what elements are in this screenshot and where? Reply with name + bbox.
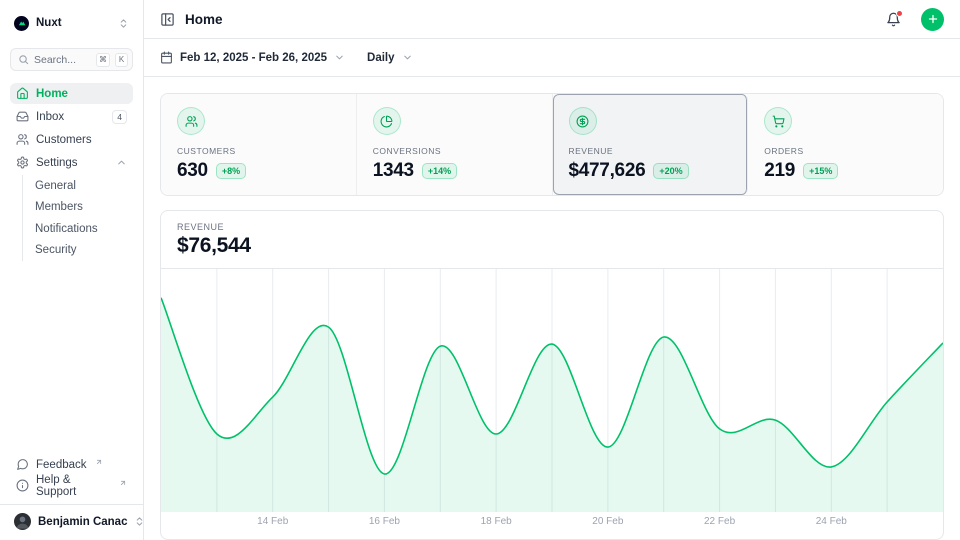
pie-chart-icon: [373, 107, 401, 135]
chevron-down-icon: [334, 52, 345, 63]
users-icon: [16, 133, 29, 146]
avatar: [14, 513, 31, 530]
chart-header: REVENUE $76,544: [161, 211, 943, 268]
notifications-bell-icon[interactable]: [886, 12, 901, 27]
kbd-k: K: [115, 53, 128, 67]
x-axis-tick: 18 Feb: [481, 516, 512, 527]
sidebar-item-inbox[interactable]: Inbox 4: [10, 106, 133, 127]
calendar-icon: [160, 51, 173, 64]
home-icon: [16, 87, 29, 100]
sidebar-item-notifications[interactable]: Notifications: [23, 218, 133, 240]
stat-value: 219: [764, 160, 795, 182]
chevron-down-icon: [402, 52, 413, 63]
delta-badge: +20%: [653, 163, 688, 179]
x-axis-tick: 14 Feb: [257, 516, 288, 527]
stat-card-conversions[interactable]: CONVERSIONS 1343 +14%: [357, 94, 553, 195]
sidebar-item-customers[interactable]: Customers: [10, 129, 133, 150]
period-value: Daily: [367, 52, 395, 64]
stats-row: CUSTOMERS 630 +8% CONVERSIONS 1343 +14%: [160, 93, 944, 196]
period-select[interactable]: Daily: [367, 52, 413, 64]
delta-badge: +15%: [803, 163, 838, 179]
inbox-count-badge: 4: [112, 110, 127, 124]
users-icon: [177, 107, 205, 135]
stat-value: 630: [177, 160, 208, 182]
sidebar-nav: Home Inbox 4 Customers Settings: [10, 83, 133, 261]
sidebar-item-help-support[interactable]: Help & Support: [10, 475, 133, 496]
x-axis-tick: 16 Feb: [369, 516, 400, 527]
info-circle-icon: [16, 479, 29, 492]
content-area: CUSTOMERS 630 +8% CONVERSIONS 1343 +14%: [144, 77, 960, 540]
stat-value: 1343: [373, 160, 414, 182]
search-icon: [18, 54, 29, 65]
page-title: Home: [185, 12, 876, 27]
chart-label: REVENUE: [177, 222, 927, 232]
kbd-cmd: ⌘: [96, 53, 110, 67]
workspace-name: Nuxt: [36, 17, 111, 29]
search-placeholder: Search...: [34, 54, 91, 66]
sidebar-item-general[interactable]: General: [23, 175, 133, 197]
search-input[interactable]: Search... ⌘ K: [10, 48, 133, 71]
external-link-icon: [95, 458, 103, 466]
delta-badge: +14%: [422, 163, 457, 179]
sidebar-item-members[interactable]: Members: [23, 197, 133, 219]
date-range-picker[interactable]: Feb 12, 2025 - Feb 26, 2025: [160, 51, 345, 64]
chat-bubble-icon: [16, 458, 29, 471]
sidebar: Nuxt Search... ⌘ K Home: [0, 0, 144, 540]
delta-badge: +8%: [216, 163, 246, 179]
x-axis-tick: 20 Feb: [592, 516, 623, 527]
sidebar-item-security[interactable]: Security: [23, 240, 133, 262]
app-window: Nuxt Search... ⌘ K Home: [0, 0, 960, 540]
revenue-area-chart: [161, 269, 943, 512]
chevron-up-icon: [116, 157, 127, 168]
gear-icon: [16, 156, 29, 169]
chevrons-up-down-icon: [118, 18, 129, 29]
main-panel: Home Feb 12, 2025 - Feb 26, 2025 Daily: [144, 0, 960, 540]
inbox-icon: [16, 110, 29, 123]
nuxt-logo: [14, 16, 29, 31]
notification-dot: [896, 10, 903, 17]
sidebar-spacer: [10, 261, 133, 454]
x-axis-tick: 24 Feb: [816, 516, 847, 527]
stat-card-orders[interactable]: ORDERS 219 +15%: [748, 94, 943, 195]
top-header: Home: [144, 0, 960, 39]
external-link-icon: [119, 479, 127, 487]
sidebar-item-home[interactable]: Home: [10, 83, 133, 104]
filter-toolbar: Feb 12, 2025 - Feb 26, 2025 Daily: [144, 39, 960, 77]
user-name: Benjamin Canac: [38, 516, 127, 528]
chart-x-axis: 14 Feb 16 Feb 18 Feb 20 Feb 22 Feb 24 Feb: [161, 512, 943, 532]
date-range-value: Feb 12, 2025 - Feb 26, 2025: [180, 52, 327, 64]
settings-subnav: General Members Notifications Security: [22, 175, 133, 261]
stat-card-customers[interactable]: CUSTOMERS 630 +8%: [161, 94, 357, 195]
sidebar-collapse-icon[interactable]: [160, 12, 175, 27]
add-button[interactable]: [921, 8, 944, 31]
sidebar-item-settings[interactable]: Settings: [10, 152, 133, 173]
dollar-circle-icon: [569, 107, 597, 135]
x-axis-tick: 22 Feb: [704, 516, 735, 527]
cart-icon: [764, 107, 792, 135]
stat-card-revenue[interactable]: REVENUE $477,626 +20%: [553, 94, 749, 195]
user-menu[interactable]: Benjamin Canac: [0, 504, 143, 532]
revenue-chart-card: REVENUE $76,544 14 Feb 16 Feb 18 Feb 20 Feb…: [160, 210, 944, 540]
chart-value: $76,544: [177, 234, 927, 258]
stat-value: $477,626: [569, 160, 646, 182]
workspace-selector[interactable]: Nuxt: [10, 10, 133, 36]
sidebar-item-feedback[interactable]: Feedback: [10, 454, 133, 475]
chart-plot[interactable]: [161, 269, 943, 512]
